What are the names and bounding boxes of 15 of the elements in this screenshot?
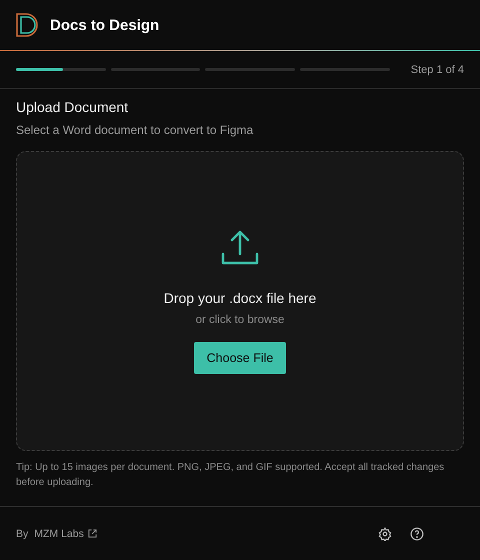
drop-zone[interactable]: Drop your .docx file here or click to browse Choose File: [16, 151, 464, 451]
external-link-icon: [88, 529, 97, 538]
choose-file-button[interactable]: Choose File: [194, 342, 286, 374]
drop-heading: Drop your .docx file here: [164, 290, 316, 306]
tip-text: Tip: Up to 15 images per document. PNG, JPEG, and GIF supported. Accept all tracked changes before uploading.: [16, 461, 446, 490]
settings-icon[interactable]: [378, 526, 392, 540]
help-icon[interactable]: [410, 526, 424, 540]
section-title: Upload Document: [16, 99, 130, 115]
by-label: By: [16, 528, 28, 540]
step-label: Step 1 of 4: [410, 64, 464, 76]
author-link[interactable]: MZM Labs: [34, 528, 97, 540]
section-subtitle: Select a Word document to convert to Figma: [16, 123, 254, 137]
drop-hint: or click to browse: [196, 314, 284, 326]
app-title: Docs to Design: [50, 16, 160, 34]
logo-icon: [16, 13, 40, 37]
